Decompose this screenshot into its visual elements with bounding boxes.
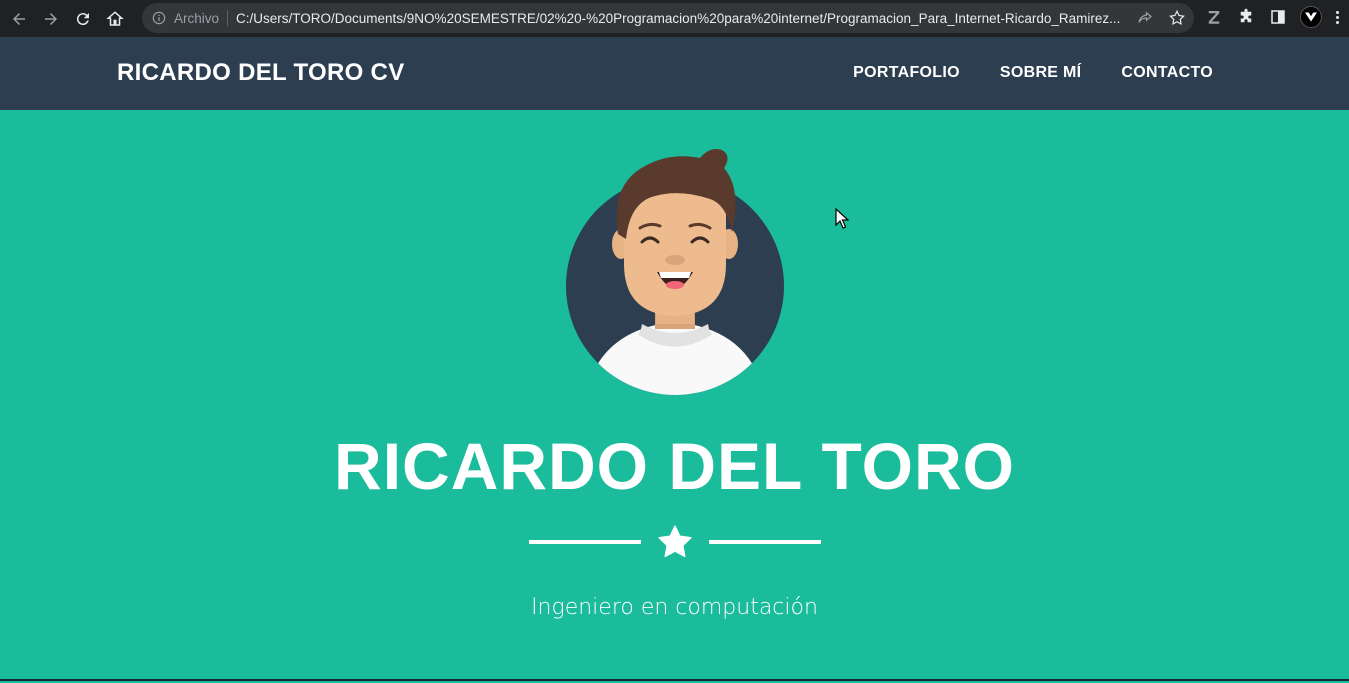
- url-text[interactable]: C:/Users/TORO/Documents/9NO%20SEMESTRE/0…: [236, 11, 1126, 26]
- hero-name: RICARDO DEL TORO: [334, 429, 1015, 503]
- zotero-extension-icon[interactable]: [1204, 7, 1224, 27]
- browser-menu-icon[interactable]: [1334, 10, 1340, 24]
- divider-line-left: [529, 540, 641, 544]
- star-divider: [529, 522, 821, 562]
- divider-line-right: [709, 540, 821, 544]
- site-navbar: RICARDO DEL TORO CV PORTAFOLIO SOBRE MÍ …: [0, 37, 1349, 110]
- nav-link-contacto[interactable]: CONTACTO: [1121, 64, 1213, 82]
- profile-avatar: [566, 149, 784, 395]
- profile-avatar-icon[interactable]: [1300, 6, 1322, 28]
- nav-link-sobre-mi[interactable]: SOBRE MÍ: [1000, 64, 1082, 82]
- extensions-puzzle-icon[interactable]: [1236, 7, 1256, 27]
- back-icon[interactable]: [6, 6, 32, 32]
- nav-link-portafolio[interactable]: PORTAFOLIO: [853, 64, 960, 82]
- reload-icon[interactable]: [70, 6, 96, 32]
- forward-icon[interactable]: [38, 6, 64, 32]
- hero-subtitle: Ingeniero en computación: [531, 595, 818, 620]
- side-panel-icon[interactable]: [1268, 7, 1288, 27]
- bookmark-star-icon[interactable]: [1168, 9, 1186, 27]
- browser-toolbar: Archivo C:/Users/TORO/Documents/9NO%20SE…: [0, 0, 1349, 37]
- nav-links: PORTAFOLIO SOBRE MÍ CONTACTO: [853, 64, 1213, 82]
- omnibox-separator: [227, 10, 229, 26]
- hero-section: RICARDO DEL TORO Ingeniero en computació…: [0, 110, 1349, 681]
- section-bottom-edge: [0, 679, 1349, 681]
- scheme-label: Archivo: [174, 10, 220, 26]
- mouse-cursor-icon: [835, 208, 849, 229]
- share-icon[interactable]: [1136, 9, 1154, 27]
- home-icon[interactable]: [102, 6, 128, 32]
- site-brand[interactable]: RICARDO DEL TORO CV: [117, 59, 405, 87]
- info-icon[interactable]: [152, 11, 166, 25]
- star-icon: [658, 525, 692, 558]
- address-bar[interactable]: Archivo C:/Users/TORO/Documents/9NO%20SE…: [142, 3, 1194, 33]
